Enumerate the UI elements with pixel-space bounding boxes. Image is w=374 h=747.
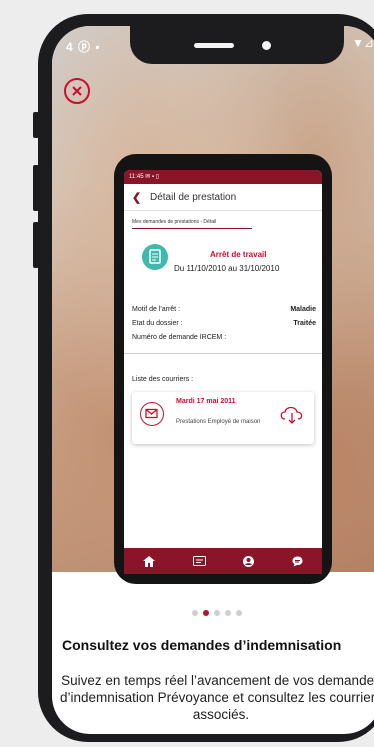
chat-icon: [292, 556, 303, 566]
field-value: Traitée: [293, 320, 316, 327]
arret-title: Arrêt de travail: [210, 250, 267, 259]
courrier-card: Mardi 17 mai 2011 Prestations Employé de…: [132, 392, 314, 444]
field-row: Numéro de demande IRCEM :: [132, 334, 316, 341]
pagination-dot[interactable]: [236, 610, 242, 616]
pagination-dot[interactable]: [192, 610, 198, 616]
slide-description: Suivez en temps réel l’avancement de vos…: [60, 673, 374, 722]
inner-header: ❮ Détail de prestation: [124, 184, 322, 211]
pagination-dot[interactable]: [225, 610, 231, 616]
field-row: Motif de l'arrêt : Maladie: [132, 306, 316, 313]
back-icon: ❮: [132, 191, 142, 204]
phone-screen: 11:45 ✉ ▪ ▯ ❮ Détail de prestation Mes d…: [52, 26, 374, 734]
status-bar-left: 4 ⓟ ▪: [66, 40, 101, 54]
front-camera: [262, 41, 271, 50]
document-icon: [142, 244, 168, 270]
courriers-label: Liste des courriers :: [132, 376, 194, 383]
arret-dates: Du 11/10/2010 au 31/10/2010: [174, 264, 280, 273]
courrier-description: Prestations Employé de maison: [176, 419, 261, 425]
breadcrumb-underline: [132, 228, 252, 229]
user-icon: [243, 555, 255, 567]
field-value: Maladie: [290, 306, 316, 313]
speaker-grille: [194, 43, 234, 48]
courrier-date: Mardi 17 mai 2011: [176, 398, 236, 405]
close-button[interactable]: [64, 78, 90, 104]
close-icon: [72, 86, 82, 96]
inner-phone-screen: 11:45 ✉ ▪ ▯ ❮ Détail de prestation Mes d…: [124, 170, 322, 574]
field-label: Motif de l'arrêt :: [132, 306, 181, 313]
pagination-dots: [52, 610, 374, 616]
card-icon: [192, 556, 206, 566]
pagination-dot[interactable]: [214, 610, 220, 616]
cloud-download-icon: [280, 406, 303, 424]
breadcrumb: Mes demandes de prestations - Détail: [132, 219, 217, 225]
inner-bottom-nav: [124, 548, 322, 574]
inner-header-title: Détail de prestation: [150, 191, 237, 203]
mail-icon: [140, 402, 164, 426]
pagination-dot-active[interactable]: [203, 610, 209, 616]
status-bar-right: ▼⊿: [352, 36, 374, 50]
inner-status-bar: 11:45 ✉ ▪ ▯: [124, 170, 322, 184]
notch: [130, 26, 344, 64]
home-icon: [142, 555, 155, 567]
field-label: Numéro de demande IRCEM :: [132, 334, 227, 341]
field-row: Etat du dossier : Traitée: [132, 320, 316, 327]
slide-title: Consultez vos demandes d’indemnisation: [62, 637, 342, 653]
section-divider: [124, 353, 322, 354]
field-label: Etat du dossier :: [132, 320, 183, 327]
